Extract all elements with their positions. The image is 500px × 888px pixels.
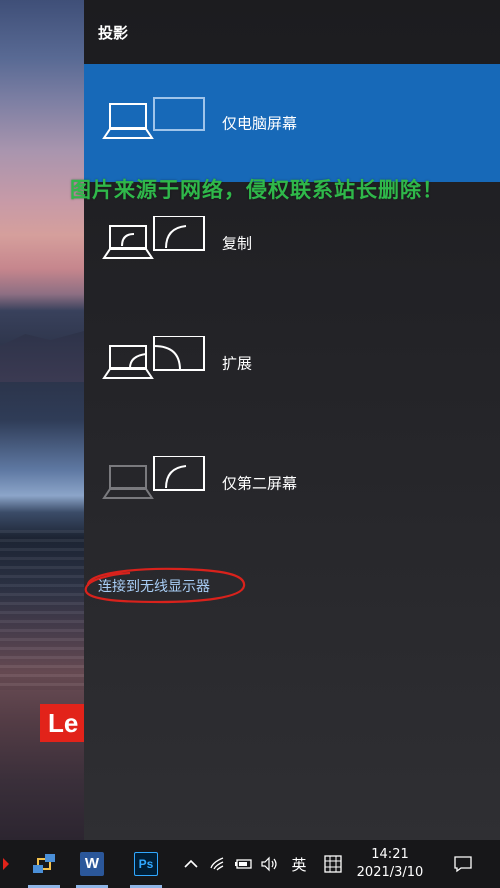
word-button[interactable]: W (70, 840, 114, 888)
battery-button[interactable] (232, 840, 256, 888)
photoshop-icon: Ps (134, 852, 158, 876)
project-panel: 投影 仅电脑屏幕 复制 扩展 仅第二屏幕 连接到无线显示器 (84, 0, 500, 840)
ime-language-button[interactable]: 英 (286, 840, 312, 888)
duplicate-icon (100, 215, 208, 266)
ime-language-indicator: 英 (291, 855, 307, 874)
second-screen-only-icon (100, 455, 208, 506)
option-label: 仅电脑屏幕 (222, 114, 298, 133)
photoshop-button[interactable]: Ps (124, 840, 168, 888)
option-pc-screen-only[interactable]: 仅电脑屏幕 (84, 64, 500, 182)
taskbar: W Ps 英 14:21 2021/3/10 (0, 840, 500, 888)
clock-time: 14:21 (371, 847, 409, 862)
desktop-wallpaper: Le (0, 0, 84, 840)
battery-icon (235, 859, 252, 869)
word-icon: W (80, 852, 104, 876)
ime-mode-button[interactable] (318, 840, 348, 888)
option-duplicate[interactable]: 复制 (84, 184, 500, 302)
clock-date: 2021/3/10 (356, 865, 424, 880)
panel-title: 投影 (98, 24, 129, 42)
option-label: 扩展 (222, 354, 253, 373)
chevron-up-icon (184, 859, 198, 868)
network-app-button[interactable] (22, 840, 66, 888)
wallpaper-water (0, 530, 84, 690)
speaker-icon (261, 856, 277, 872)
pc-screen-only-icon (100, 96, 208, 146)
connect-wireless-display-link[interactable]: 连接到无线显示器 (98, 576, 210, 596)
option-label: 复制 (222, 234, 253, 253)
option-label: 仅第二屏幕 (222, 474, 298, 493)
option-second-screen-only[interactable]: 仅第二屏幕 (84, 424, 500, 542)
extend-icon (100, 335, 208, 386)
wallpaper-hills (0, 331, 84, 382)
taskbar-edge-icon (0, 840, 12, 888)
volume-button[interactable] (258, 840, 282, 888)
network-app-icon (33, 854, 55, 873)
clock-button[interactable]: 14:21 2021/3/10 (350, 846, 430, 883)
ime-grid-icon (324, 855, 342, 873)
wifi-icon (210, 857, 224, 871)
action-center-button[interactable] (446, 840, 480, 888)
wifi-button[interactable] (206, 840, 230, 888)
notification-icon (454, 856, 472, 873)
option-extend[interactable]: 扩展 (84, 304, 500, 422)
lenovo-logo: Le (40, 704, 84, 742)
show-hidden-icons-button[interactable] (180, 840, 202, 888)
